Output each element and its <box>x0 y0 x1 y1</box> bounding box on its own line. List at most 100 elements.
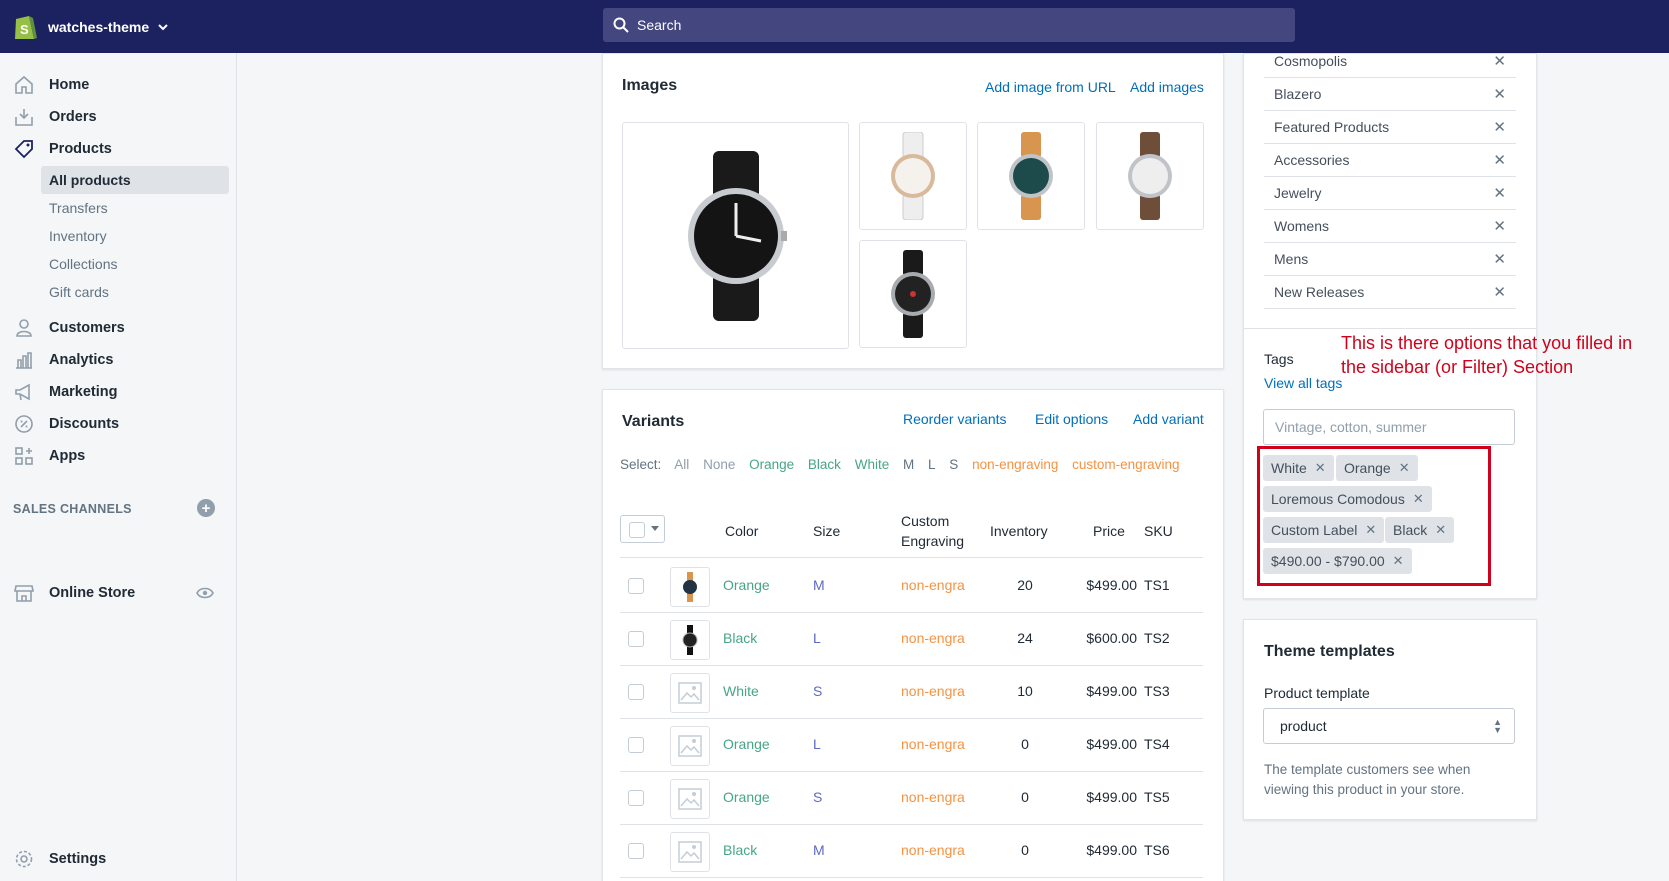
nav-apps[interactable]: Apps <box>0 441 237 471</box>
select-l[interactable]: L <box>928 457 936 472</box>
row-checkbox[interactable] <box>628 684 644 700</box>
add-variant-link[interactable]: Add variant <box>1133 411 1204 427</box>
sidebar-item-transfers[interactable]: Transfers <box>41 194 229 222</box>
select-orange[interactable]: Orange <box>749 457 794 472</box>
collection-item: Accessories ✕ <box>1264 144 1516 177</box>
nav-customers-label: Customers <box>49 320 125 336</box>
sidebar-item-inventory[interactable]: Inventory <box>41 222 229 250</box>
row-checkbox[interactable] <box>628 631 644 647</box>
search-input[interactable]: Search <box>603 8 1295 42</box>
select-s[interactable]: S <box>949 457 958 472</box>
variant-color[interactable]: Black <box>723 630 757 646</box>
product-image-3[interactable] <box>977 122 1085 230</box>
images-title: Images <box>622 77 678 94</box>
remove-collection-icon[interactable]: ✕ <box>1493 52 1506 70</box>
variant-sku: TS6 <box>1144 842 1170 858</box>
variant-color[interactable]: Orange <box>723 789 770 805</box>
nav-home[interactable]: Home <box>0 70 237 100</box>
remove-collection-icon[interactable]: ✕ <box>1493 151 1506 169</box>
nav-products[interactable]: Products <box>0 134 237 164</box>
select-white[interactable]: White <box>855 457 890 472</box>
edit-options-link[interactable]: Edit options <box>1035 411 1108 427</box>
nav-marketing[interactable]: Marketing <box>0 377 237 407</box>
collection-item: New Releases ✕ <box>1264 276 1516 309</box>
variant-inventory: 0 <box>1021 736 1029 752</box>
product-image-5[interactable] <box>859 240 967 348</box>
variant-color[interactable]: Orange <box>723 736 770 752</box>
variant-thumbnail[interactable] <box>670 620 710 660</box>
remove-collection-icon[interactable]: ✕ <box>1493 217 1506 235</box>
variant-thumbnail[interactable] <box>670 726 710 766</box>
search-icon <box>613 17 629 33</box>
table-row[interactable]: White Snon-engra 10 $499.00 TS3 <box>620 666 1203 719</box>
select-non-engraving[interactable]: non-engraving <box>972 457 1058 472</box>
product-image-2[interactable] <box>859 122 967 230</box>
select-all[interactable]: All <box>674 457 689 472</box>
product-image-4[interactable] <box>1096 122 1204 230</box>
collection-item: Blazero ✕ <box>1264 78 1516 111</box>
remove-collection-icon[interactable]: ✕ <box>1493 118 1506 136</box>
select-none[interactable]: None <box>703 457 735 472</box>
select-custom-engraving[interactable]: custom-engraving <box>1072 457 1179 472</box>
product-template-select[interactable]: product ▲ ▼ <box>1263 708 1515 744</box>
nav-home-label: Home <box>49 77 90 93</box>
variant-thumbnail[interactable] <box>670 673 710 713</box>
variant-price: $499.00 <box>1086 842 1137 858</box>
row-checkbox[interactable] <box>628 578 644 594</box>
nav-customers[interactable]: Customers <box>0 313 237 343</box>
table-row[interactable]: Black Lnon-engra 24 $600.00 TS2 <box>620 613 1203 666</box>
variant-color[interactable]: Black <box>723 842 757 858</box>
col-sku: SKU <box>1144 523 1173 539</box>
row-checkbox[interactable] <box>628 790 644 806</box>
col-price: Price <box>1093 523 1125 539</box>
table-row[interactable]: Orange Mnon-engra 20 $499.00 TS1 <box>620 560 1203 613</box>
shopify-logo-icon: S <box>15 15 37 39</box>
add-image-from-url-link[interactable]: Add image from URL <box>985 79 1116 95</box>
tags-input[interactable]: Vintage, cotton, summer <box>1263 409 1515 445</box>
store-switcher[interactable]: S watches-theme <box>0 13 240 41</box>
add-sales-channel-icon[interactable]: + <box>197 499 215 517</box>
nav-analytics[interactable]: Analytics <box>0 345 237 375</box>
select-m[interactable]: M <box>903 457 914 472</box>
tag-icon <box>13 138 35 160</box>
remove-collection-icon[interactable]: ✕ <box>1493 250 1506 268</box>
image-placeholder-icon <box>678 788 702 810</box>
eye-icon[interactable] <box>196 587 214 599</box>
variant-thumbnail[interactable] <box>670 779 710 819</box>
variant-price: $499.00 <box>1086 789 1137 805</box>
table-row[interactable]: Orange Lnon-engra 0 $499.00 TS4 <box>620 719 1203 772</box>
tags-label: Tags <box>1264 351 1294 367</box>
product-image-main[interactable] <box>622 122 849 349</box>
variant-thumbnail[interactable] <box>670 567 710 607</box>
reorder-variants-link[interactable]: Reorder variants <box>903 411 1007 427</box>
nav-discounts[interactable]: Discounts <box>0 409 237 439</box>
variants-title: Variants <box>622 413 685 430</box>
remove-collection-icon[interactable]: ✕ <box>1493 184 1506 202</box>
row-checkbox[interactable] <box>628 843 644 859</box>
nav-products-label: Products <box>49 141 112 157</box>
view-all-tags-link[interactable]: View all tags <box>1264 375 1342 391</box>
bulk-select-checkbox[interactable] <box>620 515 665 543</box>
sidebar-item-gift-cards[interactable]: Gift cards <box>41 278 229 306</box>
variant-engraving: non-engra <box>901 842 965 858</box>
col-custom-line1: Custom <box>901 513 950 529</box>
variant-thumbnail[interactable] <box>670 832 710 872</box>
table-row[interactable]: Black Mnon-engra 0 $499.00 TS6 <box>620 825 1203 878</box>
remove-collection-icon[interactable]: ✕ <box>1493 85 1506 103</box>
row-checkbox[interactable] <box>628 737 644 753</box>
watch-white-image <box>891 132 935 220</box>
variant-inventory: 0 <box>1021 789 1029 805</box>
variant-size: S <box>813 683 823 699</box>
sidebar-item-all-products[interactable]: All products <box>41 166 229 194</box>
nav-apps-label: Apps <box>49 448 86 464</box>
table-row[interactable]: Orange Snon-engra 0 $499.00 TS5 <box>620 772 1203 825</box>
remove-collection-icon[interactable]: ✕ <box>1493 283 1506 301</box>
nav-orders[interactable]: Orders <box>0 102 237 132</box>
caret-down-icon <box>651 526 659 531</box>
select-black[interactable]: Black <box>808 457 841 472</box>
variant-color[interactable]: Orange <box>723 577 770 593</box>
variant-color[interactable]: White <box>723 683 759 699</box>
add-images-link[interactable]: Add images <box>1130 79 1204 95</box>
nav-settings[interactable]: Settings <box>0 844 237 874</box>
sidebar-item-collections[interactable]: Collections <box>41 250 229 278</box>
